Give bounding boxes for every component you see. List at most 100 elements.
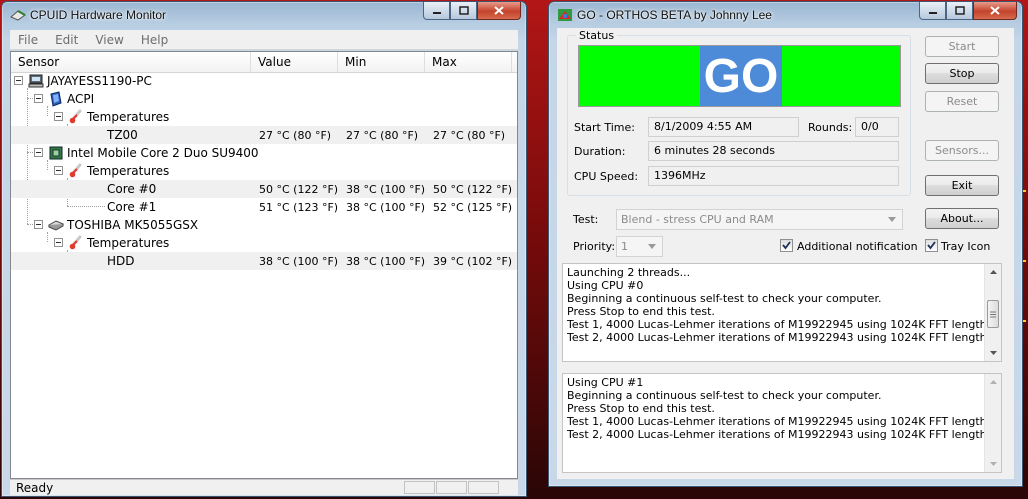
tree-node-label: JAYAYESS1190-PC <box>47 74 152 88</box>
status-text: Ready <box>16 481 54 495</box>
tree-row-cpu[interactable]: Intel Mobile Core 2 Duo SU9400 <box>11 144 517 162</box>
orthos-window: GO - ORTHOS BETA by Johnny Lee Status GO… <box>548 1 1023 487</box>
sensor-min: 38 °C (100 °F) <box>346 201 426 214</box>
collapse-toggle[interactable] <box>54 238 63 247</box>
collapse-toggle[interactable] <box>54 112 63 121</box>
checkmark-icon <box>927 241 936 250</box>
tree-row-computer[interactable]: JAYAYESS1190-PC <box>11 72 517 90</box>
tree-node-label: Temperatures <box>87 110 170 124</box>
chevron-down-icon <box>645 240 659 253</box>
log-line: Test 1, 4000 Lucas-Lehmer iterations of … <box>567 318 991 331</box>
sensor-tree-view[interactable]: Sensor Value Min Max JAYAYESS1190-PC ACP… <box>10 51 518 479</box>
cpu1-log-scrollbar[interactable] <box>984 374 1001 472</box>
hwmon-statusbar: Ready <box>10 479 518 495</box>
tree-row-hard-drive[interactable]: TOSHIBA MK5055GSX <box>11 216 517 234</box>
sensor-max: 39 °C (102 °F) <box>433 255 513 268</box>
maximize-button[interactable] <box>946 2 973 20</box>
status-pane <box>468 481 499 494</box>
minimize-button[interactable] <box>919 2 946 20</box>
cpu-icon <box>49 146 63 160</box>
column-sensor[interactable]: Sensor <box>11 52 251 72</box>
priority-select[interactable]: 1 <box>616 236 663 257</box>
tray-icon-label: Tray Icon <box>941 240 991 253</box>
maximize-button[interactable] <box>450 2 477 20</box>
column-value[interactable]: Value <box>251 52 338 72</box>
hwmon-menubar: File Edit View Help <box>10 30 518 50</box>
close-button[interactable] <box>973 2 1017 20</box>
log-line: Press Stop to end this test. <box>567 402 715 415</box>
stop-button[interactable]: Stop <box>925 63 999 84</box>
status-group-caption: Status <box>576 29 618 42</box>
start-time-label: Start Time: <box>574 121 635 134</box>
maximize-icon <box>954 6 965 15</box>
menu-file[interactable]: File <box>18 33 38 47</box>
hwmon-title: CPUID Hardware Monitor <box>30 8 167 22</box>
orthos-app-icon <box>558 9 572 21</box>
sensor-row-tz00[interactable]: TZ00 27 °C (80 °F) 27 °C (80 °F) 27 °C (… <box>11 126 517 144</box>
chevron-down-icon <box>885 213 899 226</box>
sensor-row-core1[interactable]: Core #1 51 °C (123 °F) 38 °C (100 °F) 52… <box>11 198 517 216</box>
menu-edit[interactable]: Edit <box>55 33 78 47</box>
scroll-up-icon[interactable] <box>985 264 1001 280</box>
go-status-panel: GO <box>578 45 901 107</box>
orthos-client: Status GO Start Time: 8/1/2009 4:55 AM R… <box>557 28 1014 479</box>
scroll-thumb[interactable] <box>987 300 999 328</box>
status-pane <box>436 481 467 494</box>
cpu1-log[interactable]: Using CPU #1 Beginning a continuous self… <box>562 373 1002 473</box>
tree-node-label: ACPI <box>67 92 95 106</box>
menu-view[interactable]: View <box>95 33 123 47</box>
collapse-toggle[interactable] <box>14 76 23 85</box>
collapse-toggle[interactable] <box>34 148 43 157</box>
scroll-down-icon[interactable] <box>985 345 1001 361</box>
scroll-down-icon[interactable] <box>985 456 1001 472</box>
log-line: Test 1, 4000 Lucas-Lehmer iterations of … <box>567 415 991 428</box>
log-line: Beginning a continuous self-test to chec… <box>567 292 882 305</box>
sensor-max: 50 °C (122 °F) <box>433 183 513 196</box>
collapse-toggle[interactable] <box>34 94 43 103</box>
column-min[interactable]: Min <box>338 52 425 72</box>
log-line: Beginning a continuous self-test to chec… <box>567 389 882 402</box>
thermometer-icon <box>69 163 82 178</box>
scroll-up-icon[interactable] <box>985 374 1001 390</box>
reset-button[interactable]: Reset <box>925 91 999 112</box>
about-button[interactable]: About... <box>925 208 999 229</box>
rounds-label: Rounds: <box>808 121 853 134</box>
column-max[interactable]: Max <box>425 52 512 72</box>
sensor-name: Core #0 <box>107 182 157 196</box>
collapse-toggle[interactable] <box>34 220 43 229</box>
exit-button[interactable]: Exit <box>925 175 999 196</box>
tree-node-label: Intel Mobile Core 2 Duo SU9400 <box>67 146 259 160</box>
thermometer-icon <box>69 109 82 124</box>
priority-select-value: 1 <box>621 240 628 253</box>
tree-node-label: Temperatures <box>87 236 170 250</box>
sensor-value: 51 °C (123 °F) <box>259 201 339 214</box>
sensor-min: 38 °C (100 °F) <box>346 255 426 268</box>
cpu0-log-scrollbar[interactable] <box>984 264 1001 361</box>
computer-icon <box>28 74 44 88</box>
rounds-field: 0/0 <box>855 117 899 137</box>
test-select[interactable]: Blend - stress CPU and RAM <box>616 209 903 230</box>
minimize-button[interactable] <box>423 2 450 20</box>
additional-notification-checkbox[interactable] <box>780 239 793 252</box>
tree-row-temperatures[interactable]: Temperatures <box>11 162 517 180</box>
cpu0-log[interactable]: Launching 2 threads... Using CPU #0 Begi… <box>562 263 1002 362</box>
tray-icon-checkbox[interactable] <box>925 239 938 252</box>
orthos-titlebar[interactable]: GO - ORTHOS BETA by Johnny Lee <box>549 2 1022 28</box>
sensor-min: 27 °C (80 °F) <box>346 129 419 142</box>
sensor-value: 27 °C (80 °F) <box>259 129 332 142</box>
tree-row-acpi[interactable]: ACPI <box>11 90 517 108</box>
cpu-speed-field: 1396MHz <box>648 166 899 186</box>
sensor-min: 38 °C (100 °F) <box>346 183 426 196</box>
collapse-toggle[interactable] <box>54 166 63 175</box>
sensors-button[interactable]: Sensors... <box>925 140 999 161</box>
sensor-row-core0[interactable]: Core #0 50 °C (122 °F) 38 °C (100 °F) 50… <box>11 180 517 198</box>
start-button[interactable]: Start <box>925 36 999 57</box>
menu-help[interactable]: Help <box>141 33 168 47</box>
tree-row-temperatures[interactable]: Temperatures <box>11 108 517 126</box>
status-pane <box>404 481 435 494</box>
sensor-row-hdd[interactable]: HDD 38 °C (100 °F) 38 °C (100 °F) 39 °C … <box>11 252 517 270</box>
tree-row-temperatures[interactable]: Temperatures <box>11 234 517 252</box>
hwmon-titlebar[interactable]: CPUID Hardware Monitor <box>2 2 526 28</box>
close-button[interactable] <box>477 2 521 20</box>
sensor-name: Core #1 <box>107 200 157 214</box>
